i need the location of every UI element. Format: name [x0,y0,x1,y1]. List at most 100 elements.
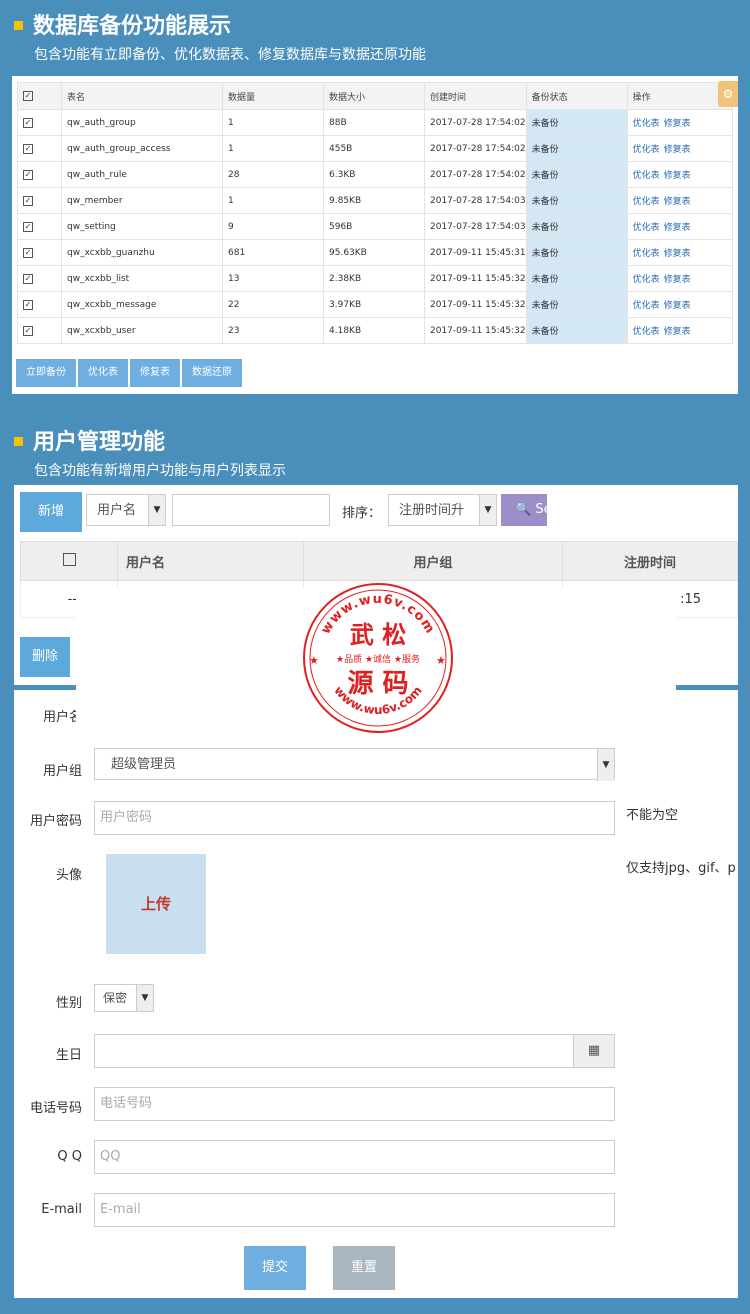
username-label: 用户名 [42,710,82,725]
sort-label: 排序： [342,506,382,521]
repair-button[interactable]: 修复表 [130,359,180,387]
column-header[interactable]: 用户名 [117,541,304,581]
column-header[interactable]: 表名 [61,82,223,110]
repair-link[interactable]: 修复表 [664,301,691,311]
section-header: 数据库备份功能展示 包含功能有立即备份、优化数据表、修复数据库与数据还原功能 [14,8,426,64]
column-header[interactable]: 操作 [626,82,734,110]
table-name-cell: qw_auth_group [61,109,223,136]
restore-button[interactable]: 数据还原 [182,359,242,387]
email-field[interactable]: E-mail [94,1193,615,1227]
column-header[interactable]: 备份状态 [525,82,628,110]
data-size-cell: 88B [323,109,425,136]
repair-link[interactable]: 修复表 [664,327,691,337]
repair-link[interactable]: 修复表 [664,119,691,129]
password-field[interactable]: 用户密码 [94,801,615,835]
search-input[interactable] [172,494,330,526]
row-checkbox[interactable]: ✓ [23,247,33,258]
row-checkbox[interactable]: ✓ [23,143,33,154]
optimize-link[interactable]: 优化表 [633,249,660,259]
table-row: ✓ qw_xcxbb_message 22 3.97KB 2017-09-11 15:4… [17,291,734,318]
row-count-cell: 1 [222,109,324,136]
backup-now-button[interactable]: 立即备份 [16,359,76,387]
optimize-link[interactable]: 优化表 [633,119,660,129]
repair-link[interactable]: 修复表 [664,249,691,259]
calendar-icon[interactable]: ▦ [573,1035,614,1067]
row-checkbox[interactable]: ✓ [23,169,33,180]
search-icon: 🔍 [515,502,532,517]
search-field-select[interactable]: 用户名 ▼ [86,494,166,526]
repair-link[interactable]: 修复表 [664,275,691,285]
table-name-cell: qw_setting [61,213,223,240]
column-header[interactable]: 注册时间 [562,541,738,581]
gender-select[interactable]: 保密 ▼ [94,984,154,1012]
optimize-link[interactable]: 优化表 [633,171,660,181]
backup-status-cell: 未备份 [525,187,628,214]
repair-link[interactable]: 修复表 [664,223,691,233]
birthday-field[interactable]: ▦ [94,1034,615,1068]
group-select[interactable]: 超级管理员 ▼ [94,748,615,781]
qq-label: Q Q [57,1149,82,1164]
section-title: 用户管理功能 [33,430,166,455]
select-all-checkbox[interactable] [62,552,76,566]
data-size-cell: 6.3KB [323,161,425,188]
row-count-cell: 681 [222,239,324,266]
email-label: E-mail [41,1202,82,1217]
optimize-link[interactable]: 优化表 [633,301,660,311]
table-name-cell: qw_xcxbb_message [61,291,223,318]
section-title: 数据库备份功能展示 [33,14,232,39]
column-header[interactable]: 数据量 [222,82,324,110]
table-row: ✓ qw_auth_group_access 1 455B 2017-07-28 17:… [17,135,734,162]
column-header[interactable]: 用户组 [303,541,563,581]
row-checkbox[interactable]: ✓ [23,221,33,232]
gear-icon[interactable]: ⚙ [718,81,738,107]
data-size-cell: 95.63KB [323,239,425,266]
data-size-cell: 2.38KB [323,265,425,292]
section-subtitle: 包含功能有立即备份、优化数据表、修复数据库与数据还原功能 [34,47,426,63]
repair-link[interactable]: 修复表 [664,197,691,207]
row-checkbox[interactable]: ✓ [23,325,33,336]
backup-status-cell: 未备份 [525,135,628,162]
data-size-cell: 596B [323,213,425,240]
optimize-link[interactable]: 优化表 [633,197,660,207]
upload-button[interactable]: 上传 [106,854,206,954]
repair-link[interactable]: 修复表 [664,145,691,155]
optimize-link[interactable]: 优化表 [633,145,660,155]
column-header[interactable]: 数据大小 [323,82,425,110]
chevron-down-icon: ▼ [479,495,496,525]
repair-link[interactable]: 修复表 [664,171,691,181]
optimize-button[interactable]: 优化表 [78,359,128,387]
group-value: 超级管理员 [111,757,177,772]
table-row: ✓ qw_xcxbb_list 13 2.38KB 2017-09-11 15:45:3… [17,265,734,292]
add-user-button[interactable]: 新增 [20,492,82,532]
search-button[interactable]: 🔍 Se [501,494,547,526]
table-row: ✓ qw_auth_rule 28 6.3KB 2017-07-28 17:54:02 未… [17,161,734,188]
row-checkbox[interactable]: ✓ [23,299,33,310]
created-time-cell: 2017-07-28 17:54:03 [424,213,527,240]
optimize-link[interactable]: 优化表 [633,327,660,337]
reset-button[interactable]: 重置 [333,1246,395,1290]
row-checkbox[interactable]: ✓ [23,273,33,284]
table-name-cell: qw_auth_group_access [61,135,223,162]
bullet-icon [14,21,23,30]
created-time-cell: 2017-07-28 17:54:02 [424,161,527,188]
select-all-checkbox[interactable]: ✓ [23,91,33,101]
watermark-stamp: www.wu6v.com www.wu6v.com 武 松 ★品质 ★诚信 ★服… [303,583,453,733]
phone-field[interactable]: 电话号码 [94,1087,615,1121]
column-header[interactable]: 创建时间 [424,82,527,110]
qq-field[interactable]: QQ [94,1140,615,1174]
sort-select[interactable]: 注册时间升 ▼ [388,494,497,526]
row-checkbox[interactable]: ✓ [23,195,33,206]
created-time-cell: 2017-07-28 17:54:02 [424,109,527,136]
submit-button[interactable]: 提交 [244,1246,306,1290]
optimize-link[interactable]: 优化表 [633,223,660,233]
created-time-cell: 2017-09-11 15:45:32 [424,317,527,344]
optimize-link[interactable]: 优化表 [633,275,660,285]
chevron-down-icon: ▼ [136,985,153,1011]
backup-status-cell: 未备份 [525,265,628,292]
row-checkbox[interactable]: ✓ [23,117,33,128]
table-row: ✓ qw_xcxbb_guanzhu 681 95.63KB 2017-09-11 15… [17,239,734,266]
data-size-cell: 3.97KB [323,291,425,318]
delete-button[interactable]: 删除 [20,637,70,677]
data-size-cell: 455B [323,135,425,162]
gender-value: 保密 [103,991,128,1005]
